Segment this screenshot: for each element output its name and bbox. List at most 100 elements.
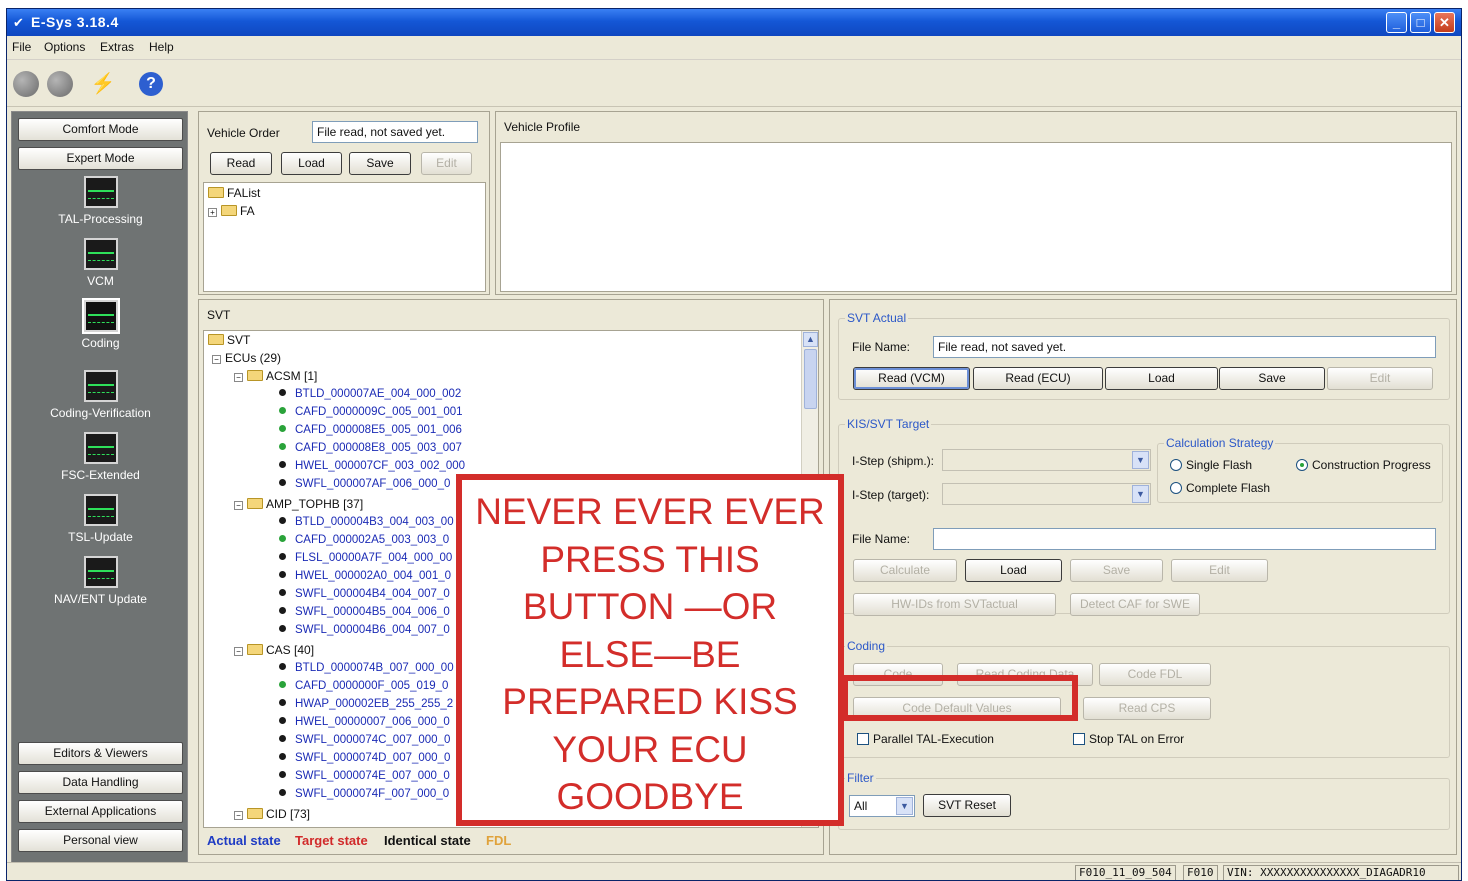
svt-leaf[interactable]: CAFD_000002A5_003_003_0 (279, 534, 449, 546)
folder-icon (247, 644, 263, 655)
tree-node-cid[interactable]: − CID [73] (234, 807, 310, 821)
tool-tal-processing[interactable]: TAL-Processing (12, 176, 189, 226)
forward-icon[interactable] (47, 71, 73, 97)
warning-text: NEVER EVER EVER PRESS THIS BUTTON —OR EL… (475, 491, 825, 817)
radio-single-flash[interactable]: Single Flash (1170, 458, 1252, 472)
istep-shipm-select[interactable]: ▼ (942, 449, 1151, 471)
tree-node-fa[interactable]: + FA (208, 204, 255, 218)
menu-options[interactable]: Options (44, 40, 85, 54)
kis-save-button[interactable]: Save (1070, 559, 1163, 582)
collapse-icon[interactable]: − (234, 501, 243, 510)
kis-target-title: KIS/SVT Target (845, 417, 932, 431)
svt-leaf[interactable]: SWFL_000004B5_004_006_0 (279, 606, 450, 618)
svt-leaf[interactable]: HWEL_00000007_006_000_0 (279, 716, 450, 728)
radio-complete-flash[interactable]: Complete Flash (1170, 481, 1270, 495)
tool-nav-ent-update[interactable]: NAV/ENT Update (12, 556, 189, 606)
tree-node-falist[interactable]: FAList (208, 186, 260, 200)
close-button[interactable]: ✕ (1434, 12, 1455, 33)
oscilloscope-icon (83, 370, 118, 402)
scroll-up-icon[interactable]: ▲ (803, 332, 818, 347)
read-ecu-button[interactable]: Read (ECU) (973, 367, 1103, 390)
tree-node-svt[interactable]: SVT (208, 333, 250, 347)
tool-coding[interactable]: Coding (12, 298, 189, 350)
status-dot-icon (279, 699, 286, 706)
tree-node-amp-tophb[interactable]: − AMP_TOPHB [37] (234, 497, 363, 511)
collapse-icon[interactable]: − (212, 355, 221, 364)
detect-caf-button[interactable]: Detect CAF for SWE (1070, 593, 1200, 616)
external-applications-button[interactable]: External Applications (18, 800, 183, 823)
menu-file[interactable]: File (12, 40, 31, 54)
collapse-icon[interactable]: − (234, 373, 243, 382)
svt-leaf[interactable]: BTLD_0000074B_007_000_00 (279, 662, 454, 674)
svt-leaf[interactable]: SWFL_0000074C_007_000_0 (279, 734, 450, 746)
comfort-mode-button[interactable]: Comfort Mode (18, 118, 183, 141)
svt-leaf[interactable]: CAFD_0000000F_005_019_0 (279, 680, 448, 692)
kis-file-field[interactable] (933, 528, 1436, 550)
vo-read-button[interactable]: Read (210, 152, 272, 175)
svt-leaf[interactable]: SWFL_0000074F_007_000_0 (279, 788, 449, 800)
collapse-icon[interactable]: − (234, 811, 243, 820)
svt-leaf[interactable]: SWFL_0000074E_007_000_0 (279, 770, 450, 782)
vo-load-button[interactable]: Load (281, 152, 342, 175)
svt-leaf[interactable]: CAFD_0000009C_005_001_001 (279, 406, 463, 418)
editors-viewers-button[interactable]: Editors & Viewers (18, 742, 183, 765)
tree-node-acsm[interactable]: − ACSM [1] (234, 369, 317, 383)
tool-fsc-extended[interactable]: FSC-Extended (12, 432, 189, 482)
svt-leaf[interactable]: SWFL_000007AF_006_000_0 (279, 478, 450, 490)
tool-label: Coding (81, 336, 120, 350)
svt-actual-save-button[interactable]: Save (1219, 367, 1325, 390)
status-vin: VIN: XXXXXXXXXXXXXXX_DIAGADR10 (1223, 865, 1459, 880)
svt-leaf[interactable]: BTLD_000004B3_004_003_00 (279, 516, 454, 528)
help-icon[interactable]: ? (139, 72, 163, 96)
code-fdl-button[interactable]: Code FDL (1099, 663, 1211, 686)
svt-reset-button[interactable]: SVT Reset (923, 794, 1011, 817)
menu-extras[interactable]: Extras (100, 40, 134, 54)
tool-tsl-update[interactable]: TSL-Update (12, 494, 189, 544)
svt-leaf[interactable]: HWEL_000002A0_004_001_0 (279, 570, 451, 582)
svt-leaf[interactable]: SWFL_000004B6_004_007_0 (279, 624, 450, 636)
folder-icon (247, 808, 263, 819)
svt-leaf[interactable]: FLSL_00000A7F_004_000_00 (279, 552, 452, 564)
svt-leaf[interactable]: HWEL_000007CF_003_002_000 (279, 460, 465, 472)
tree-node-cas[interactable]: − CAS [40] (234, 643, 314, 657)
vehicle-order-field[interactable]: File read, not saved yet. (312, 121, 478, 143)
data-handling-button[interactable]: Data Handling (18, 771, 183, 794)
connect-icon[interactable]: ⚡ (89, 70, 117, 98)
svt-actual-load-button[interactable]: Load (1105, 367, 1218, 390)
vo-edit-button[interactable]: Edit (421, 152, 472, 175)
tool-vcm[interactable]: VCM (12, 238, 189, 288)
tool-label: VCM (87, 274, 114, 288)
minimize-button[interactable]: _ (1386, 12, 1407, 33)
stop-tal-checkbox[interactable]: Stop TAL on Error (1073, 732, 1184, 746)
svt-actual-edit-button[interactable]: Edit (1327, 367, 1433, 390)
expert-mode-button[interactable]: Expert Mode (18, 147, 183, 170)
kis-load-button[interactable]: Load (965, 559, 1062, 582)
read-vcm-button[interactable]: Read (VCM) (853, 367, 970, 390)
tool-coding-verification[interactable]: Coding-Verification (12, 370, 189, 420)
svt-leaf[interactable]: HWAP_000002EB_255_255_2 (279, 698, 453, 710)
expand-icon[interactable]: + (208, 208, 217, 217)
parallel-tal-checkbox[interactable]: Parallel TAL-Execution (857, 732, 994, 746)
radio-construction-progress[interactable]: Construction Progress (1296, 458, 1431, 472)
tree-node-ecus[interactable]: − ECUs (29) (212, 351, 281, 365)
filter-select[interactable]: All ▼ (849, 795, 915, 817)
folder-icon (221, 205, 237, 216)
svt-leaf[interactable]: SWFL_0000074D_007_000_0 (279, 752, 450, 764)
hw-ids-button[interactable]: HW-IDs from SVTactual (853, 593, 1056, 616)
svt-leaf[interactable]: BTLD_000007AE_004_000_002 (279, 388, 461, 400)
collapse-icon[interactable]: − (234, 647, 243, 656)
svt-leaf[interactable]: CAFD_000008E8_005_003_007 (279, 442, 462, 454)
istep-target-select[interactable]: ▼ (942, 483, 1151, 505)
svt-leaf[interactable]: CAFD_000008E5_005_001_006 (279, 424, 462, 436)
svt-leaf[interactable]: SWFL_000004B4_004_007_0 (279, 588, 450, 600)
personal-view-button[interactable]: Personal view (18, 829, 183, 852)
maximize-button[interactable]: □ (1410, 12, 1431, 33)
read-cps-button[interactable]: Read CPS (1083, 697, 1211, 720)
scroll-thumb[interactable] (804, 349, 817, 409)
svt-actual-file-field[interactable]: File read, not saved yet. (933, 336, 1436, 358)
kis-edit-button[interactable]: Edit (1171, 559, 1268, 582)
menu-help[interactable]: Help (149, 40, 174, 54)
vo-save-button[interactable]: Save (349, 152, 411, 175)
calculate-button[interactable]: Calculate (853, 559, 957, 582)
back-icon[interactable] (13, 71, 39, 97)
